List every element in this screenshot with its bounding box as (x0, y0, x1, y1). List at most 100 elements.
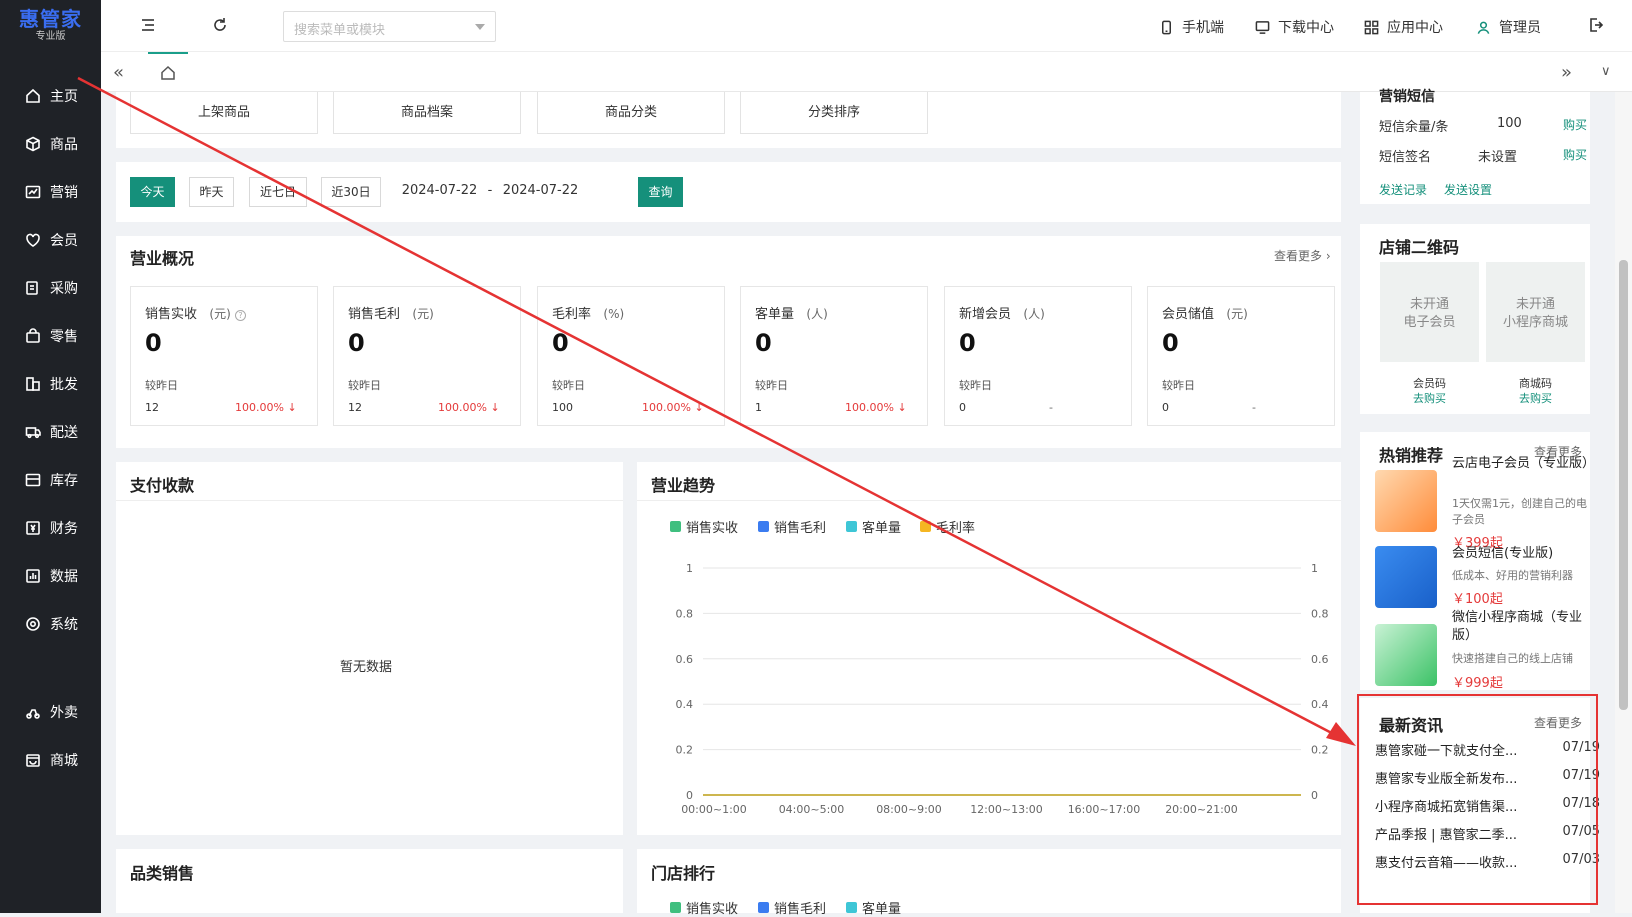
scrollbar-thumb[interactable] (1619, 260, 1628, 710)
product-price: ￥999起 (1452, 676, 1503, 691)
sms-buy-button[interactable]: 购买 (1563, 116, 1587, 133)
product-name[interactable]: 微信小程序商城（专业版） (1452, 609, 1592, 645)
quick-link-button[interactable]: 商品分类 (537, 92, 725, 134)
stat-card[interactable]: 新增会员 (人) 0 较昨日 0 - (944, 286, 1132, 426)
sidebar-item-8[interactable]: 库存 (0, 460, 101, 500)
tabs-scroll-right-icon[interactable]: » (1561, 62, 1572, 83)
legend-item[interactable]: 毛利率 (920, 517, 975, 536)
refresh-icon[interactable] (211, 16, 231, 36)
stat-value: 0 (348, 329, 365, 357)
filter-yesterday-button[interactable]: 昨天 (189, 177, 234, 207)
stat-compare-label: 较昨日 (552, 379, 585, 392)
sidebar-item-6[interactable]: 批发 (0, 364, 101, 404)
stat-change: - (1252, 401, 1256, 414)
sidebar-item-10[interactable]: 数据 (0, 556, 101, 596)
product-image[interactable] (1375, 546, 1437, 608)
stat-card[interactable]: 客单量 (人) 0 较昨日 1 100.00% ↓ (740, 286, 928, 426)
sidebar-item-label: 配送 (50, 425, 78, 441)
stat-label: 销售毛利 (元) (348, 307, 434, 322)
stat-compare-label: 较昨日 (755, 379, 788, 392)
sidebar-item-4[interactable]: 采购 (0, 268, 101, 308)
cube-icon (24, 135, 42, 153)
stat-change: 100.00% ↓ (438, 401, 500, 414)
sidebar-item-7[interactable]: 配送 (0, 412, 101, 452)
sidebar-item-3[interactable]: 会员 (0, 220, 101, 260)
user-name: 管理员 (1499, 20, 1541, 36)
menu-search-input[interactable]: 搜索菜单或模块 (283, 11, 496, 42)
overview-more-link[interactable]: 查看更多 › (1274, 247, 1331, 264)
sms-sign-buy-button[interactable]: 购买 (1563, 146, 1587, 163)
mobile-button[interactable]: 手机端 (1159, 17, 1224, 37)
rank-legend-item[interactable]: 销售实收 (670, 898, 738, 917)
monitor-icon (1255, 20, 1270, 34)
sidebar: 惠管家 专业版 主页 商品 营销 会员 采购 零售 批发 配送 库存 财务 数据 系统 外卖 商城 (0, 0, 101, 913)
filter-7days-button[interactable]: 近七日 (249, 177, 307, 207)
sms-record-link[interactable]: 发送记录 (1379, 181, 1427, 198)
stat-card[interactable]: 会员储值 (元) 0 较昨日 0 - (1147, 286, 1335, 426)
sidebar-item-label: 商品 (50, 137, 78, 153)
user-menu[interactable]: 管理员 (1476, 17, 1541, 37)
stat-card[interactable]: 毛利率 (%) 0 较昨日 100 100.00% ↓ (537, 286, 725, 426)
product-desc: 快速搭建自己的线上店铺 (1452, 652, 1573, 665)
sms-balance-value: 100 (1497, 116, 1522, 131)
page-scrollbar[interactable] (1615, 92, 1632, 913)
product-name[interactable]: 云店电子会员（专业版） (1452, 455, 1595, 473)
tab-home[interactable] (148, 52, 188, 92)
filter-30days-button[interactable]: 近30日 (321, 177, 381, 207)
quick-link-button[interactable]: 上架商品 (130, 92, 318, 134)
quick-link-button[interactable]: 分类排序 (740, 92, 928, 134)
member-code-buy-link[interactable]: 去购买 (1380, 390, 1479, 406)
purchase-icon (24, 279, 42, 297)
sidebar-item-11[interactable]: 系统 (0, 604, 101, 644)
query-button[interactable]: 查询 (638, 177, 683, 207)
sidebar-item-0[interactable]: 主页 (0, 76, 101, 116)
download-label: 下载中心 (1278, 20, 1334, 36)
sidebar-item-12[interactable]: 外卖 (0, 692, 101, 732)
help-icon[interactable]: ? (234, 310, 246, 321)
legend-item[interactable]: 客单量 (846, 517, 901, 536)
sidebar-item-5[interactable]: 零售 (0, 316, 101, 356)
stat-change: 100.00% ↓ (642, 401, 704, 414)
tabs-scroll-left-icon[interactable]: « (113, 62, 124, 83)
settings-icon (24, 615, 42, 633)
logout-icon[interactable] (1587, 16, 1607, 36)
stat-previous-value: 1 (755, 401, 762, 414)
sms-settings-link[interactable]: 发送设置 (1444, 181, 1492, 198)
stat-value: 0 (959, 329, 976, 357)
product-desc: 低成本、好用的营销利器 (1452, 569, 1573, 582)
start-date-input[interactable]: 2024-07-22 (395, 177, 484, 207)
stat-card[interactable]: 销售毛利 (元) 0 较昨日 12 100.00% ↓ (333, 286, 521, 426)
product-name[interactable]: 会员短信(专业版) (1452, 545, 1592, 563)
rank-legend-item[interactable]: 销售毛利 (758, 898, 826, 917)
sidebar-item-2[interactable]: 营销 (0, 172, 101, 212)
y-tick-label: 0 (1311, 789, 1318, 802)
bag-icon (24, 327, 42, 345)
legend-label: 客单量 (862, 902, 902, 917)
menu-toggle-icon[interactable] (139, 16, 159, 36)
mall-code-buy-link[interactable]: 去购买 (1486, 390, 1585, 406)
legend-item[interactable]: 销售毛利 (758, 517, 826, 536)
legend-label: 销售实收 (686, 902, 739, 917)
sidebar-item-13[interactable]: 商城 (0, 740, 101, 780)
download-center-button[interactable]: 下载中心 (1255, 17, 1334, 37)
app-center-button[interactable]: 应用中心 (1364, 17, 1443, 37)
payment-card (116, 462, 623, 835)
legend-item[interactable]: 销售实收 (670, 517, 738, 536)
product-image[interactable] (1375, 470, 1437, 532)
sidebar-item-1[interactable]: 商品 (0, 124, 101, 164)
filter-today-button[interactable]: 今天 (130, 177, 175, 207)
sidebar-item-9[interactable]: 财务 (0, 508, 101, 548)
store-rank-title: 门店排行 (651, 864, 716, 883)
product-image[interactable] (1375, 624, 1437, 686)
stat-compare-label: 较昨日 (145, 379, 178, 392)
stat-previous-value: 12 (145, 401, 159, 414)
tabs-dropdown-icon[interactable]: ∨ (1601, 64, 1611, 79)
rank-legend-item[interactable]: 客单量 (846, 898, 901, 917)
x-tick-label: 20:00~21:00 (1165, 803, 1238, 816)
end-date-input[interactable]: 2024-07-22 (496, 177, 585, 207)
quick-link-button[interactable]: 商品档案 (333, 92, 521, 134)
sms-balance-label: 短信余量/条 (1379, 120, 1449, 135)
y-tick-label: 0.2 (676, 744, 694, 757)
mall-code-label: 商城码 (1519, 377, 1552, 390)
stat-card[interactable]: 销售实收 (元) ? 0 较昨日 12 100.00% ↓ (130, 286, 318, 426)
